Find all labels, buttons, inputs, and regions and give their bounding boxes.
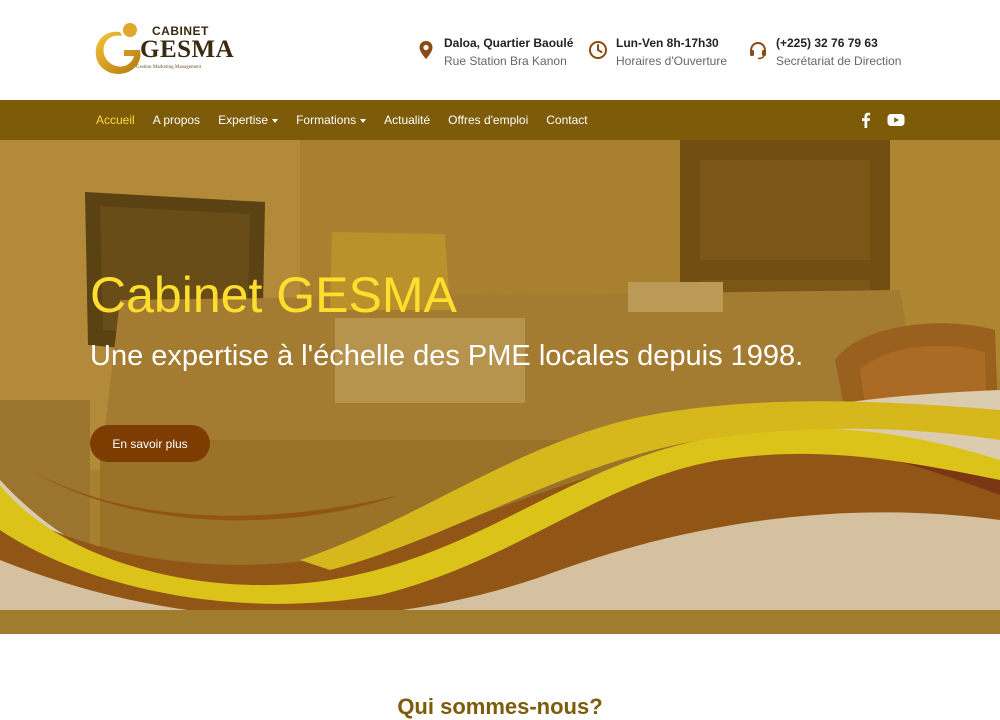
about-section-title: Qui sommes-nous? (397, 694, 603, 719)
site-logo[interactable]: CABINET GESMA Gestion Marketing Manageme… (90, 18, 234, 80)
hero-title: Cabinet GESMA (90, 267, 457, 323)
hero-bottom-band (0, 610, 1000, 634)
headset-icon (750, 41, 766, 60)
logo-tagline: Gestion Marketing Management (136, 65, 201, 70)
hours-line2: Horaires d'Ouverture (616, 54, 727, 68)
nav-label: Expertise (218, 113, 269, 127)
nav-item-accueil[interactable]: Accueil (90, 113, 135, 127)
nav-item-contact[interactable]: Contact (540, 113, 587, 127)
nav-item-formations[interactable]: Formations (290, 113, 367, 127)
nav-item-a-propos[interactable]: A propos (147, 113, 200, 127)
nav-menu: Accueil A propos Expertise Formations Ac… (90, 100, 600, 140)
contact-address: Daloa, Quartier Baoulé Rue Station Bra K… (416, 34, 576, 74)
map-pin-icon (419, 41, 433, 59)
nav-label: Accueil (96, 113, 135, 127)
learn-more-button[interactable]: En savoir plus (90, 425, 210, 462)
main-navbar: Accueil A propos Expertise Formations Ac… (0, 100, 1000, 140)
hours-line1: Lun-Ven 8h-17h30 (616, 36, 719, 50)
nav-label: A propos (152, 113, 201, 127)
chevron-down-icon (272, 118, 279, 123)
phone-line1[interactable]: (+225) 32 76 79 63 (776, 36, 878, 50)
top-header: CABINET GESMA Gestion Marketing Manageme… (0, 0, 1000, 100)
clock-icon (589, 41, 607, 59)
nav-label: Formations (296, 113, 357, 127)
nav-item-expertise[interactable]: Expertise (212, 113, 279, 127)
hero-banner: Cabinet GESMA Une expertise à l'échelle … (0, 140, 1000, 634)
youtube-icon[interactable] (886, 110, 906, 130)
contact-phone: (+225) 32 76 79 63 Secrétariat de Direct… (748, 34, 908, 74)
phone-line2: Secrétariat de Direction (776, 54, 902, 68)
hero-subtitle: Une expertise à l'échelle des PME locale… (90, 340, 804, 372)
nav-item-actualite[interactable]: Actualité (378, 113, 430, 127)
address-line2: Rue Station Bra Kanon (444, 54, 567, 68)
address-line1: Daloa, Quartier Baoulé (444, 36, 574, 50)
facebook-icon[interactable] (856, 110, 876, 130)
nav-label: Offres d'emploi (448, 113, 529, 127)
chevron-down-icon (360, 118, 367, 123)
nav-label: Contact (546, 113, 588, 127)
contact-hours: Lun-Ven 8h-17h30 Horaires d'Ouverture (588, 34, 738, 74)
hero-tint-overlay (0, 140, 1000, 634)
nav-item-offres-emploi[interactable]: Offres d'emploi (442, 113, 528, 127)
nav-label: Actualité (384, 113, 431, 127)
logo-gesma-text: GESMA (140, 36, 235, 63)
